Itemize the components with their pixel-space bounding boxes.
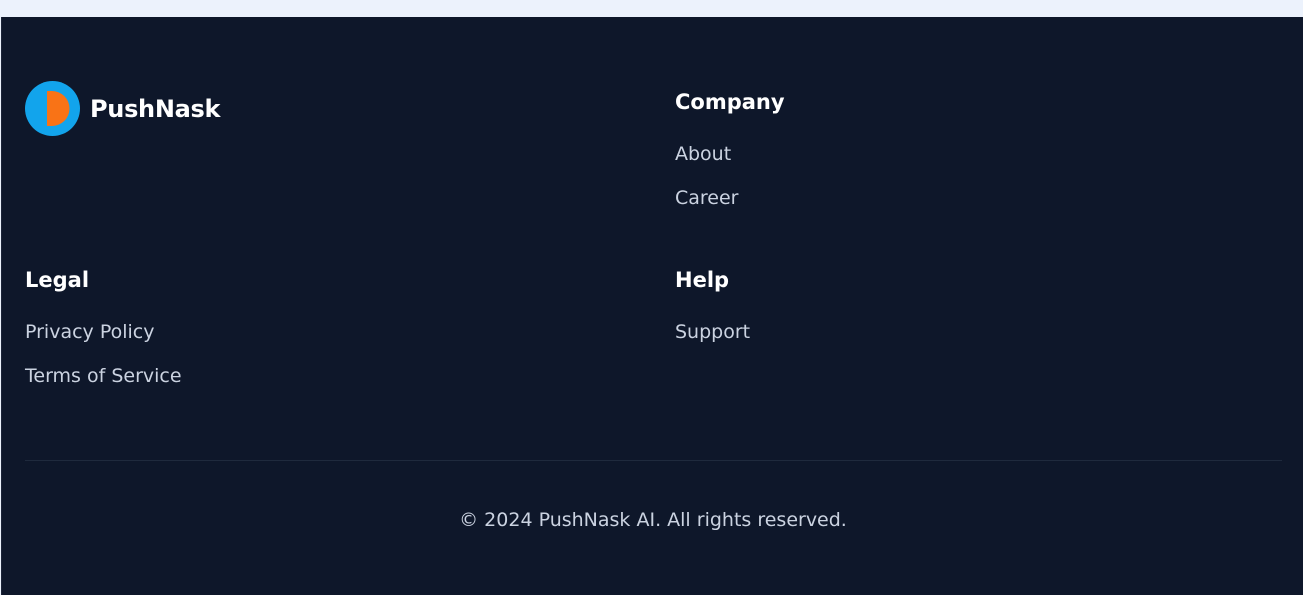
footer-column-company: Company About Career	[675, 87, 785, 229]
footer-link-career[interactable]: Career	[675, 187, 739, 209]
copyright-text: © 2024 PushNask AI. All rights reserved.	[459, 509, 847, 531]
brand-link[interactable]: PushNask	[25, 81, 220, 136]
footer-column-legal: Legal Privacy Policy Terms of Service	[25, 265, 182, 407]
footer-link-support[interactable]: Support	[675, 321, 750, 343]
footer-column-help: Help Support	[675, 265, 750, 363]
legal-links: Privacy Policy Terms of Service	[25, 319, 182, 407]
column-heading-company: Company	[675, 90, 785, 114]
company-links: About Career	[675, 141, 785, 229]
pushnask-logo-icon	[25, 81, 80, 136]
help-links: Support	[675, 319, 750, 363]
column-heading-legal: Legal	[25, 268, 90, 292]
column-heading-help: Help	[675, 268, 730, 292]
page-top-strip	[0, 0, 1303, 17]
footer-link-privacy-policy[interactable]: Privacy Policy	[25, 321, 154, 343]
site-footer: PushNask Company About Career Legal Priv…	[1, 17, 1303, 595]
footer-divider	[25, 460, 1282, 461]
footer-link-about[interactable]: About	[675, 143, 731, 165]
footer-link-terms-of-service[interactable]: Terms of Service	[25, 365, 182, 387]
brand-name: PushNask	[90, 94, 221, 123]
